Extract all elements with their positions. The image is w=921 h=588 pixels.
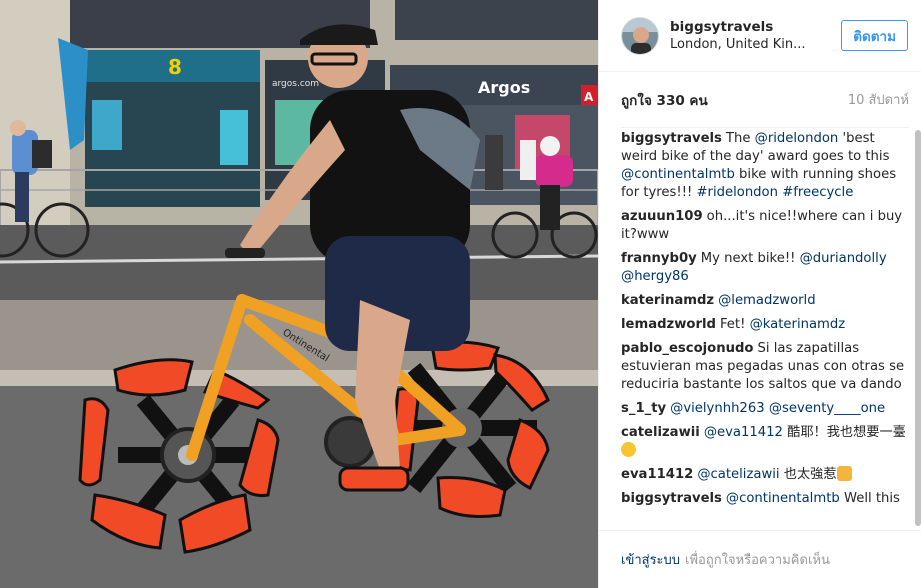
post-time[interactable]: 10 สัปดาห์: [848, 89, 909, 110]
mention-link[interactable]: @ridelondon: [755, 131, 839, 146]
avatar[interactable]: [621, 16, 659, 55]
comment-item: catelizawii @eva11412 酷耶！我也想要一臺: [621, 424, 907, 460]
comment-text: Well this: [839, 491, 900, 506]
comment-username[interactable]: azuuun109: [621, 209, 703, 224]
argos-small-sign: argos.com: [272, 79, 319, 89]
mention-link[interactable]: @hergy86: [621, 269, 689, 284]
red-sign-letter: A: [584, 90, 594, 104]
argos-sign: Argos: [478, 78, 530, 97]
mention-link[interactable]: @vielynhh263: [670, 401, 764, 416]
comment-text: 酷耶！我也想要一臺: [782, 425, 906, 440]
thumbs-up-emoji-icon: [836, 466, 852, 481]
post-side-panel: biggsytravels London, United Kin... ติดต…: [598, 0, 921, 588]
comment-username[interactable]: pablo_escojonudo: [621, 341, 753, 356]
hashtag-link[interactable]: #ridelondon: [696, 185, 778, 200]
pedestrian: [485, 135, 503, 190]
comment-username[interactable]: s_1_ty: [621, 401, 666, 416]
comment-item: azuuun109 oh...it's nice!!where can i buy…: [621, 208, 907, 244]
footer: เข้าสู่ระบบ เพื่อถูกใจหรือความคิดเห็น: [599, 530, 921, 588]
comment-text: 也太強惹: [779, 467, 837, 482]
comment-text: My next bike!!: [700, 251, 800, 266]
road-far: [0, 225, 598, 310]
login-hint: เพื่อถูกใจหรือความคิดเห็น: [685, 553, 830, 568]
comment-item: biggsytravels The @ridelondon 'best weird…: [621, 130, 907, 202]
likes-count[interactable]: ถูกใจ 330 คน: [621, 89, 708, 111]
mention-link[interactable]: @catelizawii: [697, 467, 779, 482]
comment-item: katerinamdz @lemadzworld: [621, 292, 907, 310]
user-info: biggsytravels London, United Kin...: [670, 18, 841, 54]
comment-text: Fet!: [719, 317, 750, 332]
ee-poster-2: [220, 110, 248, 165]
post-stats: ถูกใจ 330 คน 10 สัปดาห์: [621, 72, 909, 128]
hashtag-link[interactable]: #freecycle: [782, 185, 853, 200]
upper-windows-right: [395, 0, 598, 40]
mention-link[interactable]: @continentalmtb: [621, 167, 735, 182]
pedestrian-2: [520, 140, 536, 180]
ee-poster: [92, 100, 122, 150]
comments-scrollbar[interactable]: [915, 130, 921, 526]
login-link[interactable]: เข้าสู่ระบบ: [621, 549, 680, 570]
building-left-stone: [0, 0, 70, 250]
mention-link[interactable]: @lemadzworld: [718, 293, 816, 308]
mention-link[interactable]: @katerinamdz: [750, 317, 846, 332]
mention-link[interactable]: @continentalmtb: [726, 491, 840, 506]
mention-link[interactable]: @duriandolly: [800, 251, 887, 266]
follow-button[interactable]: ติดตาม: [841, 20, 908, 51]
comment-username[interactable]: biggsytravels: [621, 491, 722, 506]
comment-username[interactable]: eva11412: [621, 467, 693, 482]
avatar-image: [622, 17, 658, 54]
comment-username[interactable]: biggsytravels: [621, 131, 722, 146]
comment-item: biggsytravels @continentalmtb Well this: [621, 490, 907, 508]
comment-username[interactable]: frannyb0y: [621, 251, 697, 266]
comment-username[interactable]: catelizawii: [621, 425, 700, 440]
grin-emoji-icon: [621, 442, 636, 457]
scrollbar-thumb[interactable]: [915, 130, 921, 526]
post-header: biggsytravels London, United Kin... ติดต…: [599, 0, 921, 72]
comment-item: s_1_ty @vielynhh263 @seventy____one: [621, 400, 907, 418]
comment-username[interactable]: lemadzworld: [621, 317, 716, 332]
comment-item: frannyb0y My next bike!! @duriandolly @he…: [621, 250, 907, 286]
instagram-post-window: 8 argos.com Argos A Ontinental biggsytra…: [0, 0, 921, 588]
comment-item: eva11412 @catelizawii 也太強惹: [621, 466, 907, 484]
username-link[interactable]: biggsytravels: [670, 18, 841, 36]
mention-link[interactable]: @seventy____one: [769, 401, 885, 416]
comment-item: lemadzworld Fet! @katerinamdz: [621, 316, 907, 334]
comment-item: pablo_escojonudo Si las zapatillas estuvi…: [621, 340, 907, 394]
post-photo[interactable]: 8 argos.com Argos A Ontinental: [0, 0, 598, 588]
ee-logo: 8: [168, 55, 182, 79]
mention-link[interactable]: @eva11412: [704, 425, 783, 440]
comments-list[interactable]: biggsytravels The @ridelondon 'best weird…: [621, 130, 907, 526]
comment-text: The: [725, 131, 755, 146]
comment-username[interactable]: katerinamdz: [621, 293, 714, 308]
photo-illustration: 8 argos.com Argos A Ontinental: [0, 0, 598, 588]
location-link[interactable]: London, United Kin...: [670, 36, 812, 54]
